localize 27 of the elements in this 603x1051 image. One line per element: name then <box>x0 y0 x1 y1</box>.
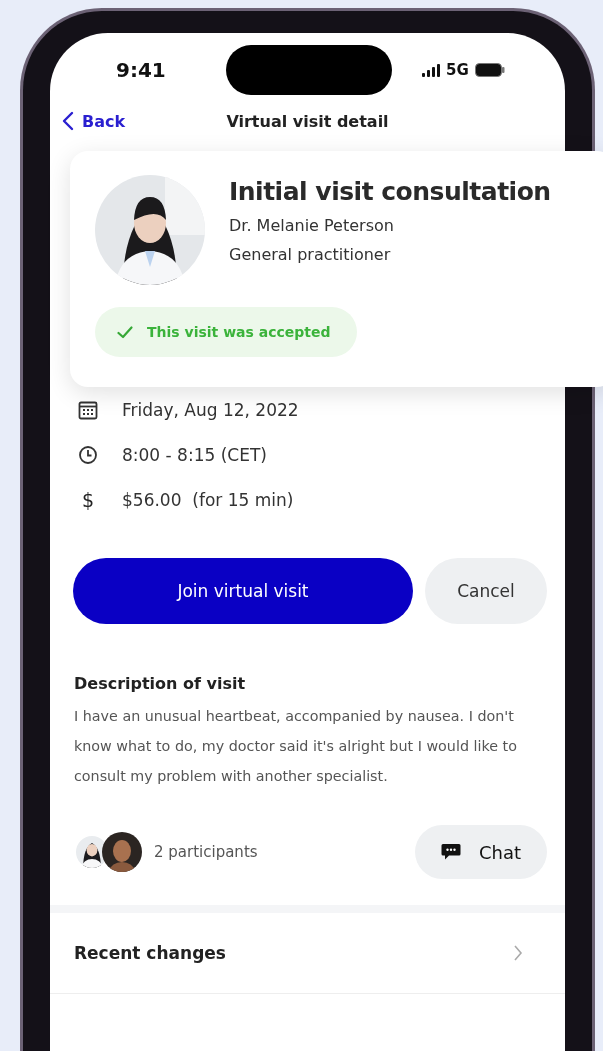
back-chevron-icon <box>62 111 74 131</box>
battery-icon <box>474 63 505 77</box>
detail-text: Friday, Aug 12, 2022 <box>122 399 299 420</box>
clock-icon <box>78 444 98 465</box>
calendar-icon <box>78 399 98 420</box>
chat-button[interactable]: Chat <box>414 825 547 879</box>
chat-bubble-icon <box>440 843 461 861</box>
chevron-right-icon <box>513 944 523 962</box>
cancel-button[interactable]: Cancel <box>425 558 547 624</box>
screen-title: Virtual visit detail <box>226 111 389 131</box>
detail-text: $56.00 (for 15 min) <box>122 489 294 510</box>
network-label: 5G <box>446 61 469 79</box>
description-text: I have an unusual heartbeat, accompanied by nausea. I don't know what to do, my doctor said it's alright but I would like to consult my problem with another specialist. <box>74 707 518 786</box>
section-heading: Description of visit <box>74 674 246 693</box>
dollar-icon: $ <box>78 488 98 511</box>
status-time: 9:41 <box>116 58 167 82</box>
recent-changes-row[interactable]: Recent changes <box>50 913 565 994</box>
signal-icon <box>422 63 440 77</box>
status-badge: This visit was accepted <box>95 307 357 357</box>
join-button[interactable]: Join virtual visit <box>73 558 413 624</box>
participants-count: 2 participants <box>154 843 258 861</box>
visit-title: Initial visit consultation <box>229 177 551 206</box>
doctor-name: Dr. Melanie Peterson <box>229 216 395 235</box>
detail-text: 8:00 - 8:15 (CET) <box>122 444 267 465</box>
back-link[interactable]: Back <box>62 111 126 131</box>
recent-changes-label: Recent changes <box>74 943 226 963</box>
doctor-specialty: General practitioner <box>229 245 392 264</box>
